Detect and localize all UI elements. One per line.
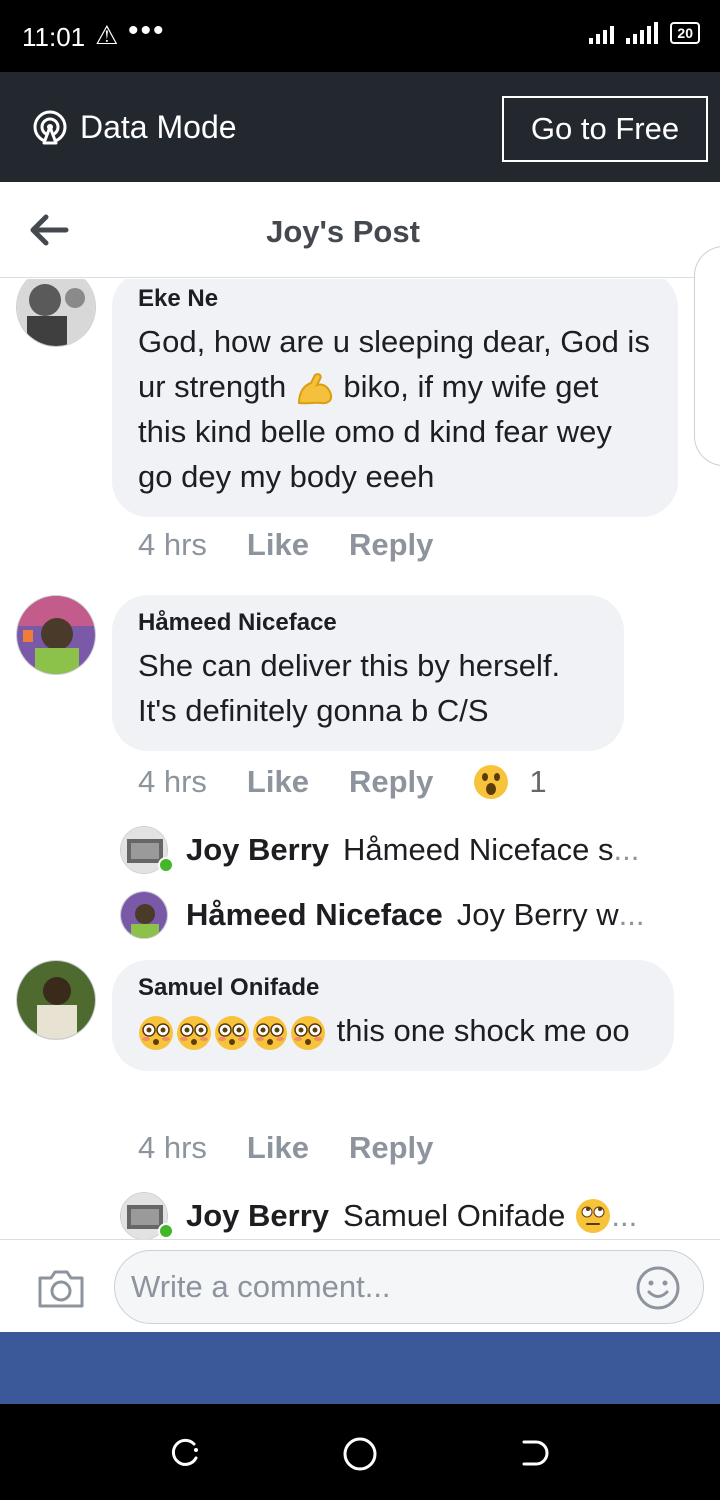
comment-bubble[interactable]: Håmeed Niceface She can deliver this by …	[112, 595, 624, 751]
reply-author: Joy Berry	[186, 1198, 330, 1233]
data-mode-indicator[interactable]: Data Mode	[32, 72, 237, 182]
comments-list: Eke Ne God, how are u sleeping dear, God…	[0, 279, 720, 1239]
reply-author: Håmeed Niceface	[186, 897, 443, 932]
comment-timestamp: 4 hrs	[138, 527, 207, 562]
signal-icon-2	[626, 22, 659, 44]
flushed-face-icon	[139, 1015, 173, 1050]
comment-timestamp: 4 hrs	[138, 764, 207, 799]
flushed-face-icon	[215, 1015, 249, 1050]
comment-author[interactable]: Håmeed Niceface	[138, 609, 598, 637]
comment-composer	[0, 1239, 720, 1332]
comment-bubble[interactable]: Eke Ne God, how are u sleeping dear, God…	[112, 279, 678, 517]
flushed-face-icon	[253, 1015, 287, 1050]
flushed-face-icon	[291, 1015, 325, 1050]
online-indicator	[158, 857, 174, 873]
data-mode-label: Data Mode	[80, 108, 237, 145]
alert-icon: ⚠	[95, 20, 119, 50]
wow-reaction-icon	[474, 765, 509, 799]
recent-apps-icon[interactable]	[168, 1436, 202, 1470]
reply-button[interactable]: Reply	[349, 527, 433, 563]
status-time: 11:01	[22, 22, 86, 52]
avatar	[120, 891, 168, 939]
flushed-face-emoji-row	[138, 1013, 328, 1050]
reaction-count: 1	[529, 764, 547, 799]
avatar[interactable]	[16, 279, 96, 347]
page-title: Joy's Post	[266, 214, 420, 249]
reply-text: Joy Berry w	[456, 897, 619, 932]
comment-input[interactable]	[131, 1251, 621, 1323]
flexed-biceps-icon	[297, 373, 332, 405]
emoji-picker-icon[interactable]	[635, 1265, 681, 1311]
reaction-summary[interactable]: 1	[473, 764, 547, 800]
comment-text: She can deliver this by herself. It's de…	[138, 648, 561, 728]
reply-preview[interactable]: Håmeed Niceface Joy Berry w ...	[120, 890, 680, 940]
rolling-eyes-icon	[576, 1199, 611, 1233]
comment-actions: 4 hrs Like Reply 1	[138, 764, 547, 800]
back-nav-icon[interactable]	[518, 1436, 552, 1470]
status-indicators: 20	[589, 22, 700, 44]
reply-preview[interactable]: Joy Berry Samuel Onifade ...	[120, 1191, 680, 1239]
reply-ellipsis: ...	[613, 832, 640, 867]
comment-actions: 4 hrs Like Reply	[138, 527, 473, 563]
reply-ellipsis: ...	[618, 897, 645, 932]
like-button[interactable]: Like	[247, 764, 309, 800]
comment-bubble[interactable]: Samuel Onifade this one shock me oo	[112, 960, 674, 1071]
comment-text: this one shock me oo	[138, 1008, 648, 1053]
camera-icon[interactable]	[36, 1268, 86, 1310]
system-navigation-bar	[0, 1404, 720, 1500]
broadcast-icon	[33, 110, 67, 145]
go-to-free-button[interactable]: Go to Free	[502, 96, 708, 162]
data-mode-banner: Data Mode Go to Free	[0, 72, 720, 182]
reply-author: Joy Berry	[186, 832, 330, 867]
avatar[interactable]	[16, 960, 96, 1040]
comment-input-wrapper	[114, 1250, 704, 1324]
avatar-photo	[17, 279, 95, 346]
online-indicator	[158, 1223, 174, 1239]
comment-text: God, how are u sleeping dear, God is ur …	[138, 319, 652, 499]
more-notifications-icon: •••	[128, 14, 166, 47]
avatar-photo	[17, 961, 95, 1039]
post-header: Joy's Post	[0, 182, 720, 278]
like-button[interactable]: Like	[247, 1130, 309, 1166]
battery-icon: 20	[670, 22, 700, 44]
like-button[interactable]: Like	[247, 527, 309, 563]
bottom-brand-bar	[0, 1332, 720, 1404]
avatar-photo	[17, 596, 95, 674]
flushed-face-icon	[177, 1015, 211, 1050]
comment-author[interactable]: Eke Ne	[138, 285, 652, 313]
comment-text-part: this one shock me oo	[336, 1013, 630, 1048]
comment-author[interactable]: Samuel Onifade	[138, 974, 648, 1002]
home-icon[interactable]	[342, 1436, 378, 1472]
comment-actions: 4 hrs Like Reply	[138, 1130, 473, 1166]
reply-ellipsis: ...	[611, 1198, 638, 1233]
reply-text: Håmeed Niceface s	[343, 832, 614, 867]
comment-timestamp: 4 hrs	[138, 1130, 207, 1165]
reply-button[interactable]: Reply	[349, 1130, 433, 1166]
reply-text: Samuel Onifade	[343, 1198, 566, 1233]
avatar[interactable]	[16, 595, 96, 675]
signal-icon	[589, 22, 615, 44]
reply-button[interactable]: Reply	[349, 764, 433, 800]
status-bar: 11:01 ⚠ ••• 20	[0, 0, 720, 72]
reply-preview[interactable]: Joy Berry Håmeed Niceface s ...	[120, 825, 680, 875]
